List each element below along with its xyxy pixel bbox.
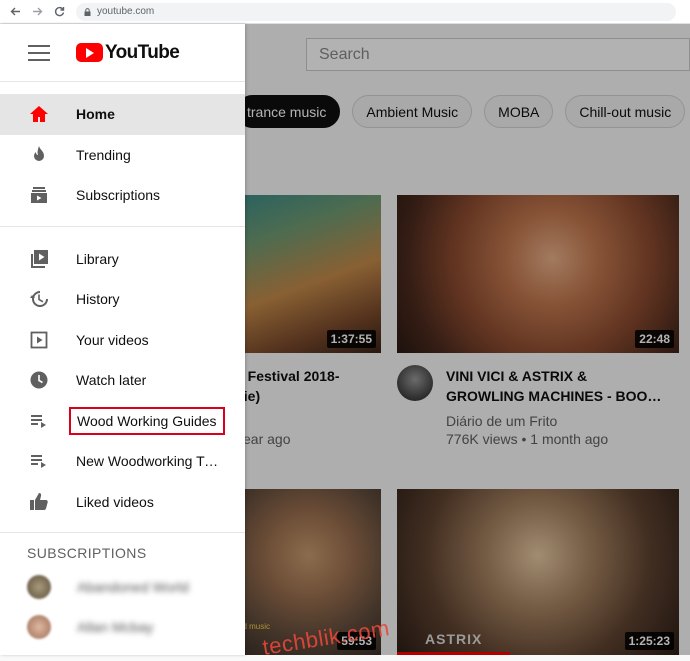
address-bar[interactable]: youtube.com bbox=[76, 2, 676, 21]
home-icon bbox=[29, 104, 49, 124]
browser-toolbar: youtube.com bbox=[0, 0, 690, 24]
reload-icon bbox=[54, 6, 64, 17]
youtube-page: Search trance music Ambient Music MOBA C… bbox=[0, 24, 690, 660]
back-button[interactable] bbox=[4, 0, 26, 24]
sidebar-item-label: Wood Working Guides bbox=[69, 406, 225, 435]
subscription-avatar bbox=[27, 575, 51, 599]
thumbs-up-icon bbox=[29, 492, 49, 512]
sidebar-item-library[interactable]: Library bbox=[0, 239, 245, 280]
back-arrow-icon bbox=[10, 7, 20, 16]
sidebar-item-label: Your videos bbox=[76, 331, 149, 348]
sidebar-item-label: Home bbox=[76, 106, 115, 123]
menu-icon[interactable] bbox=[28, 44, 50, 61]
sidebar-library-section: Library History Your videos Watch later bbox=[0, 227, 245, 533]
sidebar-item-label: New Woodworking Ti… bbox=[76, 453, 221, 470]
sidebar-item-label: Trending bbox=[76, 146, 131, 163]
trending-icon bbox=[29, 145, 49, 165]
url-text: youtube.com bbox=[97, 6, 155, 17]
forward-button[interactable] bbox=[26, 0, 48, 24]
sidebar-item-label: Watch later bbox=[76, 372, 147, 389]
subscriptions-icon bbox=[29, 185, 49, 205]
subscription-item[interactable]: Allan Mcbay bbox=[0, 607, 245, 647]
reload-button[interactable] bbox=[48, 0, 70, 24]
history-icon bbox=[29, 289, 49, 309]
sidebar-main-section: Home Trending Subscriptions bbox=[0, 82, 245, 227]
sidebar-item-home[interactable]: Home bbox=[0, 94, 245, 135]
subscription-item[interactable]: Abandoned World bbox=[0, 567, 245, 607]
sidebar-item-watch-later[interactable]: Watch later bbox=[0, 360, 245, 401]
sidebar-item-label: Liked videos bbox=[76, 493, 154, 510]
youtube-logo[interactable]: YouTube bbox=[76, 41, 180, 64]
sidebar-item-your-videos[interactable]: Your videos bbox=[0, 320, 245, 361]
sidebar-item-label: History bbox=[76, 291, 120, 308]
subscription-name: Allan Mcbay bbox=[77, 619, 154, 635]
subscription-name: Abandoned World bbox=[77, 579, 189, 595]
sidebar-item-wood-working-guides[interactable]: Wood Working Guides bbox=[0, 401, 245, 442]
sidebar-item-label: Subscriptions bbox=[76, 187, 161, 204]
lock-icon bbox=[84, 7, 91, 16]
guide-sidebar: YouTube Home Trending Subscriptions Libr… bbox=[0, 24, 245, 655]
playlist-icon bbox=[29, 411, 49, 431]
playlist-icon bbox=[29, 451, 49, 471]
sidebar-header: YouTube bbox=[0, 24, 245, 82]
sidebar-item-history[interactable]: History bbox=[0, 279, 245, 320]
youtube-play-icon bbox=[76, 43, 103, 62]
sidebar-item-subscriptions[interactable]: Subscriptions bbox=[0, 175, 245, 216]
sidebar-item-liked-videos[interactable]: Liked videos bbox=[0, 482, 245, 523]
subscriptions-heading: SUBSCRIPTIONS bbox=[27, 545, 147, 561]
sidebar-item-new-woodworking[interactable]: New Woodworking Ti… bbox=[0, 441, 245, 482]
your-videos-icon bbox=[29, 330, 49, 350]
sidebar-item-label: Library bbox=[76, 250, 119, 267]
forward-arrow-icon bbox=[32, 7, 42, 16]
subscription-avatar bbox=[27, 615, 51, 639]
logo-text: YouTube bbox=[105, 41, 180, 63]
library-icon bbox=[29, 249, 49, 269]
watch-later-icon bbox=[29, 370, 49, 390]
sidebar-item-trending[interactable]: Trending bbox=[0, 135, 245, 176]
